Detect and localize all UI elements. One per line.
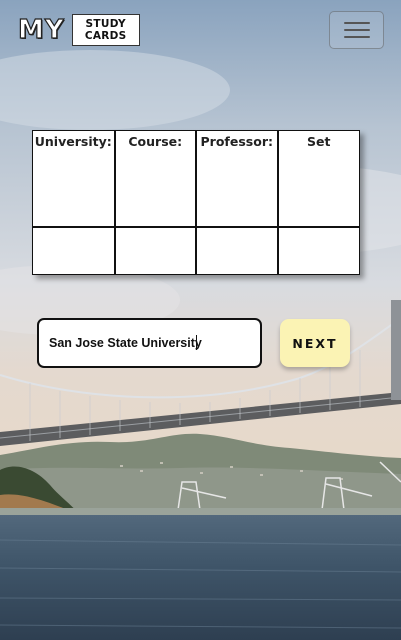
table-header-row: University: Course: Professor: Set xyxy=(33,131,359,156)
set-cell[interactable] xyxy=(276,156,359,228)
table-row xyxy=(33,156,359,228)
logo-line-study: STUDY xyxy=(85,18,126,30)
logo-line-cards: CARDS xyxy=(84,30,127,42)
course-cell[interactable] xyxy=(113,226,197,274)
university-input[interactable] xyxy=(37,318,262,368)
professor-cell[interactable] xyxy=(195,156,279,228)
university-cell[interactable] xyxy=(33,156,116,228)
next-button[interactable]: NEXT xyxy=(280,319,350,367)
menu-toggle-button[interactable] xyxy=(329,11,384,49)
logo-study-cards-box: STUDY CARDS xyxy=(71,14,140,46)
course-cell[interactable] xyxy=(113,156,197,228)
text-cursor xyxy=(196,335,197,350)
hamburger-menu-icon xyxy=(343,20,370,40)
column-header-set: Set xyxy=(276,131,359,156)
app-logo[interactable]: MY STUDY CARDS xyxy=(17,14,140,46)
column-header-professor: Professor: xyxy=(195,131,279,156)
university-cell[interactable] xyxy=(33,226,116,274)
table-row xyxy=(33,226,359,274)
set-cell[interactable] xyxy=(276,226,359,274)
column-header-course: Course: xyxy=(113,131,197,156)
logo-my-text: MY xyxy=(17,15,65,45)
selection-table: University: Course: Professor: Set xyxy=(32,130,360,275)
professor-cell[interactable] xyxy=(195,226,279,274)
column-header-university: University: xyxy=(33,131,116,156)
